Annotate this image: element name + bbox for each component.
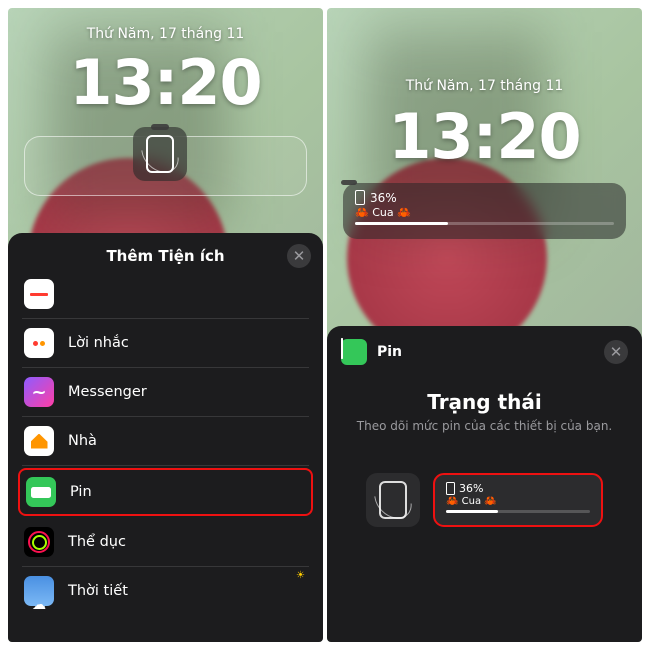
messenger-icon: [24, 377, 54, 407]
widget-empty-slot[interactable]: [24, 136, 307, 196]
item-label: Messenger: [68, 384, 147, 400]
preview-bar: [446, 510, 590, 513]
list-item-fitness[interactable]: Thể dục: [22, 518, 309, 567]
item-label: Pin: [70, 484, 92, 500]
calendar-icon: [24, 279, 54, 309]
weather-icon: [24, 576, 54, 606]
list-item-battery-highlighted[interactable]: Pin: [18, 468, 313, 516]
preview-percent: 36%: [446, 482, 590, 495]
battery-detail-sheet: Pin ✕ Trạng thái Theo dõi mức pin của cá…: [327, 326, 642, 642]
widget-preview-wide-highlighted[interactable]: 36% 🦀 Cua 🦀: [433, 473, 603, 527]
widget-preview-square[interactable]: [366, 473, 420, 527]
fitness-icon: [24, 527, 54, 557]
detail-subtitle: Theo dõi mức pin của các thiết bị của bạ…: [351, 419, 618, 433]
widget-previews: 36% 🦀 Cua 🦀: [327, 445, 642, 537]
phone-right: Thứ Năm, 17 tháng 11 13:20 36% 🦀 Cua 🦀 P…: [327, 8, 642, 642]
battery-widget[interactable]: 36% 🦀 Cua 🦀: [343, 183, 626, 239]
sheet-header: Thêm Tiện ích ✕: [8, 233, 323, 279]
device-name: 🦀 Cua 🦀: [355, 206, 614, 219]
detail-title: Trạng thái: [351, 390, 618, 414]
sheet-app-name: Pin: [377, 344, 402, 360]
phone-left: Thứ Năm, 17 tháng 11 13:20 Thêm Tiện ích…: [8, 8, 323, 642]
list-item-weather[interactable]: Thời tiết: [22, 567, 309, 615]
battery-icon: [341, 339, 367, 365]
lock-time: 13:20: [327, 100, 642, 173]
widget-phone-icon[interactable]: [133, 127, 187, 181]
widget-app-list: Lời nhắc Messenger Nhà Pin Thể dục Thời …: [8, 279, 323, 615]
battery-percent: 36%: [355, 190, 614, 205]
sheet-header: Pin ✕: [327, 326, 642, 378]
phone-icon: [379, 481, 407, 519]
lock-date: Thứ Năm, 17 tháng 11: [327, 78, 642, 94]
home-icon: [24, 426, 54, 456]
close-button[interactable]: ✕: [287, 244, 311, 268]
lock-time: 13:20: [8, 46, 323, 119]
list-item-reminders[interactable]: Lời nhắc: [22, 319, 309, 368]
item-label: Thể dục: [68, 534, 126, 550]
preview-device: 🦀 Cua 🦀: [446, 496, 590, 507]
item-label: Nhà: [68, 433, 97, 449]
reminders-icon: [24, 328, 54, 358]
list-item-messenger[interactable]: Messenger: [22, 368, 309, 417]
remove-widget-handle[interactable]: [341, 180, 357, 185]
sheet-title: Thêm Tiện ích: [106, 247, 224, 265]
lock-date: Thứ Năm, 17 tháng 11: [8, 26, 323, 42]
sheet-description: Trạng thái Theo dõi mức pin của các thiế…: [327, 378, 642, 445]
item-label: Thời tiết: [68, 583, 128, 599]
battery-bar: [355, 222, 614, 225]
list-item[interactable]: [22, 279, 309, 319]
battery-icon: [26, 477, 56, 507]
item-label: Lời nhắc: [68, 335, 129, 351]
add-widget-sheet: Thêm Tiện ích ✕ Lời nhắc Messenger Nhà P…: [8, 233, 323, 642]
close-button[interactable]: ✕: [604, 340, 628, 364]
list-item-home[interactable]: Nhà: [22, 417, 309, 466]
